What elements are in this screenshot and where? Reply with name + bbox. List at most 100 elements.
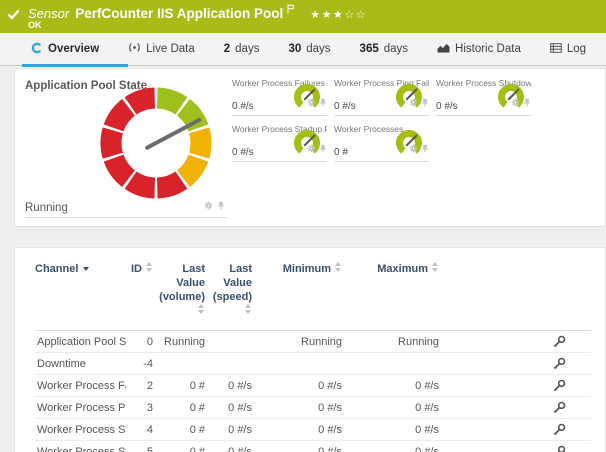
cell-last-value-volume: 0 # — [155, 375, 207, 397]
mini-gauge-value: 0 #/s — [232, 147, 254, 158]
table-row[interactable]: Worker Process Startup...50 #0 #/s0 #/s0… — [35, 441, 591, 452]
mini-gauge-tile[interactable]: Worker Process Startup Failu...0 #/s — [232, 123, 327, 162]
sort-icon — [245, 304, 252, 314]
cell-last-value-volume: 0 # — [155, 397, 207, 419]
cell-minimum: 0 #/s — [254, 419, 344, 441]
wrench-icon[interactable] — [553, 379, 566, 391]
cell-last-value-volume: Running — [155, 331, 207, 353]
column-header-id[interactable]: ID — [126, 262, 155, 331]
mini-gauge-tile[interactable]: Worker Process Ping Failures0 #/s — [334, 77, 429, 116]
cell-maximum: Running — [344, 331, 441, 353]
sort-icon — [335, 262, 342, 272]
tab-30-days[interactable]: 30days — [279, 33, 339, 66]
cell-maximum: 0 #/s — [344, 397, 441, 419]
pin-icon[interactable] — [319, 94, 327, 112]
cell-last-value-speed — [207, 331, 254, 353]
column-header-max[interactable]: Maximum — [344, 262, 441, 331]
wrench-icon[interactable] — [553, 401, 566, 413]
wrench-icon[interactable] — [553, 423, 566, 435]
cell-last-value-speed: 0 #/s — [207, 397, 254, 419]
cell-id: 3 — [126, 397, 155, 419]
wrench-icon[interactable] — [553, 445, 566, 452]
overview-icon — [31, 42, 43, 57]
sensor-title: PerfCounter IIS Application Pool — [75, 6, 283, 21]
cell-maximum: 0 #/s — [344, 419, 441, 441]
application-pool-state-gauge — [98, 85, 214, 201]
pin-icon[interactable] — [217, 201, 225, 213]
cell-last-value-speed — [207, 353, 254, 375]
tab-number: 365 — [360, 43, 379, 55]
object-kind-label: Sensor — [28, 6, 69, 21]
cell-id: -4 — [126, 353, 155, 375]
main-gauge-status: Running — [25, 202, 68, 214]
tab-label: Overview — [48, 43, 99, 55]
wrench-icon[interactable] — [553, 357, 566, 369]
sensor-status-badge: OK — [28, 20, 42, 30]
tab-label: days — [235, 43, 259, 55]
cell-channel: Worker Process Ping Fa... — [35, 397, 126, 419]
tab-live-data[interactable]: Live Data — [119, 33, 204, 66]
cell-channel: Worker Process Shutdo... — [35, 419, 126, 441]
pin-icon[interactable] — [319, 140, 327, 158]
mini-gauge-value: 0 #/s — [232, 101, 254, 112]
stars-filled: ★★★ — [310, 8, 344, 21]
cell-channel: Worker Process Failures — [35, 375, 126, 397]
column-header-min[interactable]: Minimum — [254, 262, 344, 331]
cell-id: 0 — [126, 331, 155, 353]
table-row[interactable]: Worker Process Shutdo...40 #0 #/s0 #/s0 … — [35, 419, 591, 441]
wrench-icon[interactable] — [553, 335, 566, 347]
cell-last-value-volume — [155, 353, 207, 375]
sensor-header: Sensor PerfCounter IIS Application Pool … — [0, 0, 606, 33]
tab-365-days[interactable]: 365days — [351, 33, 417, 66]
channels-panel: ChannelIDLast Value(volume)Last Value(sp… — [14, 247, 606, 452]
tab-log[interactable]: Log — [541, 33, 595, 66]
pin-icon[interactable] — [523, 94, 531, 112]
cell-maximum — [344, 353, 441, 375]
cell-minimum — [254, 353, 344, 375]
pin-icon[interactable] — [421, 94, 429, 112]
cell-maximum: 0 #/s — [344, 375, 441, 397]
main-gauge-tile[interactable]: Application Pool State Running — [25, 77, 227, 218]
tab-historic-data[interactable]: Historic Data — [428, 33, 530, 66]
gear-icon[interactable] — [409, 94, 418, 112]
mini-gauge-value: 0 #/s — [334, 101, 356, 112]
sort-icon — [146, 262, 153, 272]
gear-icon[interactable] — [511, 94, 520, 112]
log-icon — [550, 43, 562, 56]
gear-icon[interactable] — [307, 140, 316, 158]
mini-gauge-tile[interactable]: Worker Processes0 # — [334, 123, 429, 162]
column-header-speed[interactable]: Last Value(speed) — [207, 262, 254, 331]
gear-icon[interactable] — [307, 94, 316, 112]
cell-minimum: 0 #/s — [254, 441, 344, 452]
mini-gauge-tile[interactable]: Worker Process Failures0 #/s — [232, 77, 327, 116]
flag-icon[interactable] — [287, 1, 294, 19]
tab-2-days[interactable]: 2 days — [215, 33, 269, 66]
cell-last-value-speed: 0 #/s — [207, 441, 254, 452]
tab-number: 2 — [224, 43, 230, 55]
mini-gauge-value: 0 #/s — [436, 101, 458, 112]
live-data-icon — [128, 42, 141, 56]
table-row[interactable]: Worker Process Ping Fa...30 #0 #/s0 #/s0… — [35, 397, 591, 419]
status-ok-check-icon — [7, 7, 20, 25]
gear-icon[interactable] — [204, 201, 213, 213]
pin-icon[interactable] — [421, 140, 429, 158]
table-row[interactable]: Downtime-4 — [35, 353, 591, 375]
gear-icon[interactable] — [409, 140, 418, 158]
table-row[interactable]: Worker Process Failures20 #0 #/s0 #/s0 #… — [35, 375, 591, 397]
cell-last-value-volume: 0 # — [155, 419, 207, 441]
mini-gauge-value: 0 # — [334, 147, 348, 158]
tab-overview[interactable]: Overview — [22, 33, 108, 66]
sort-caret-down-icon — [83, 267, 89, 271]
cell-channel: Application Pool State — [35, 331, 126, 353]
table-row[interactable]: Application Pool State0RunningRunningRun… — [35, 331, 591, 353]
cell-maximum: 0 #/s — [344, 441, 441, 452]
mini-gauge-tile[interactable]: Worker Process Shutdown Fa...0 #/s — [436, 77, 531, 116]
cell-last-value-volume: 0 # — [155, 441, 207, 452]
column-header-volume[interactable]: Last Value(volume) — [155, 262, 207, 331]
sort-icon — [198, 304, 205, 314]
cell-minimum: 0 #/s — [254, 375, 344, 397]
channels-table: ChannelIDLast Value(volume)Last Value(sp… — [35, 262, 591, 452]
priority-stars[interactable]: ★★★☆☆ — [310, 8, 367, 21]
column-header-channel[interactable]: Channel — [35, 262, 126, 331]
cell-minimum: 0 #/s — [254, 397, 344, 419]
